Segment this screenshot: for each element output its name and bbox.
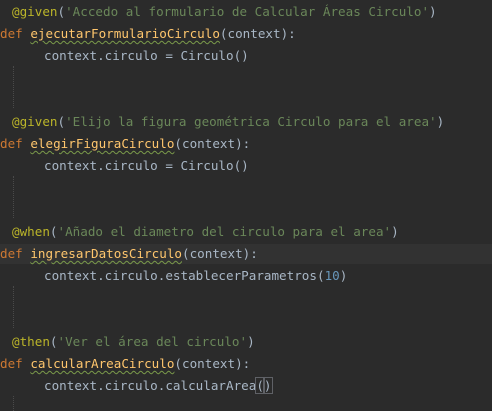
code-line-def[interactable]: def ejecutarFormularioCirculo(context): <box>0 24 492 44</box>
step-string: 'Elijo la figura geométrica Circulo para… <box>65 114 437 129</box>
function-name: ingresarDatosCirculo <box>30 246 182 261</box>
indent-guide <box>13 176 14 218</box>
code-line-def[interactable]: def calcularAreaCirculo(context): <box>0 354 492 374</box>
code-line-decorator[interactable]: @given('Accedo al formulario de Calcular… <box>0 2 492 22</box>
code-line-decorator[interactable]: @when('Añado el diametro del circulo par… <box>0 222 492 242</box>
function-name: elegirFiguraCirculo <box>30 136 175 151</box>
indent-guide <box>13 66 14 108</box>
def-keyword: def <box>0 26 23 41</box>
decorator-keyword: @when <box>12 224 50 239</box>
step-string: 'Accedo al formulario de Calcular Áreas … <box>65 4 430 19</box>
code-line-body[interactable]: context.circulo = Circulo() <box>0 156 492 176</box>
code-editor[interactable]: @given('Accedo al formulario de Calcular… <box>0 0 492 411</box>
code-line-decorator[interactable]: @then('Ver el área del circulo') <box>0 332 492 352</box>
code-line-body[interactable]: context.circulo = Circulo() <box>0 46 492 66</box>
code-line-body[interactable]: context.circulo.calcularArea() <box>0 376 492 396</box>
code-line-body[interactable]: context.circulo.establecerParametros(10) <box>0 266 492 286</box>
code-line-def[interactable]: def ingresarDatosCirculo(context): <box>0 244 492 264</box>
step-string: 'Añado el diametro del circulo para el a… <box>57 224 392 239</box>
code-line-def[interactable]: def elegirFiguraCirculo(context): <box>0 134 492 154</box>
step-string: 'Ver el área del circulo' <box>57 334 248 349</box>
decorator-keyword: @then <box>12 334 50 349</box>
indent-guide <box>13 286 14 328</box>
text-caret <box>271 379 273 394</box>
def-keyword: def <box>0 356 23 371</box>
code-line-decorator[interactable]: @given('Elijo la figura geométrica Circu… <box>0 112 492 132</box>
function-name: calcularAreaCirculo <box>30 356 175 371</box>
decorator-keyword: @given <box>12 114 58 129</box>
function-name: ejecutarFormularioCirculo <box>30 26 220 41</box>
def-keyword: def <box>0 246 23 261</box>
decorator-keyword: @given <box>12 4 58 19</box>
indent-guide <box>13 396 14 411</box>
def-keyword: def <box>0 136 23 151</box>
